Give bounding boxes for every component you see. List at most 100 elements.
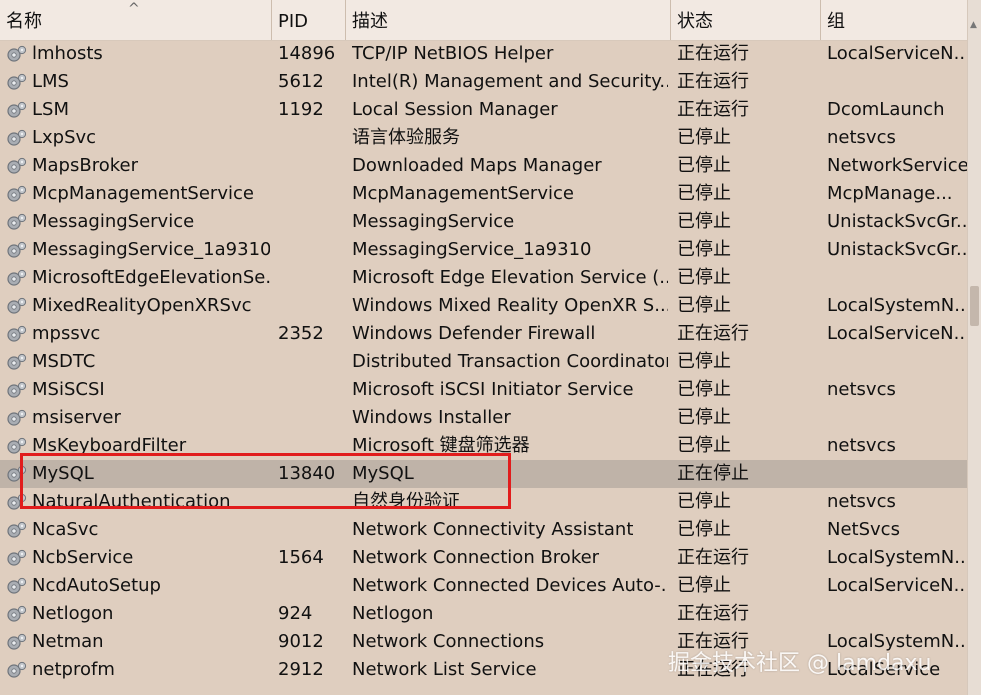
service-name: MSiSCSI <box>32 379 105 400</box>
service-row[interactable]: mpssvc 2352 Windows Defender Firewall 正在运行 L… <box>0 320 968 348</box>
service-row[interactable]: NaturalAuthentication 自然身份验证 已停止 netsvcs <box>0 488 968 516</box>
scroll-up-arrow-icon[interactable]: ▲ <box>970 20 977 30</box>
service-row[interactable]: MSDTC Distributed Transaction Coordinator… <box>0 348 968 376</box>
service-name: MapsBroker <box>32 155 138 176</box>
service-status: 已停止 <box>677 519 731 540</box>
service-status: 正在停止 <box>677 463 749 484</box>
service-gear-icon <box>4 100 28 120</box>
service-pid: 2912 <box>278 659 324 680</box>
service-gear-icon <box>4 44 28 64</box>
service-pid <box>278 432 342 460</box>
service-description: 自然身份验证 <box>352 491 460 512</box>
service-description: Microsoft Edge Elevation Service (... <box>352 267 668 288</box>
service-row[interactable]: NcaSvc Network Connectivity Assistant 已停止 N… <box>0 516 968 544</box>
service-row[interactable]: MessagingService MessagingService 已停止 Unist… <box>0 208 968 236</box>
service-pid: 13840 <box>278 463 336 484</box>
service-gear-icon <box>4 268 28 288</box>
service-group: netsvcs <box>827 435 896 456</box>
service-row[interactable]: msiserver Windows Installer 已停止 <box>0 404 968 432</box>
service-description: Windows Mixed Reality OpenXR S... <box>352 295 668 316</box>
service-pid <box>278 572 342 600</box>
service-name: McpManagementService <box>32 183 254 204</box>
service-gear-icon <box>4 604 28 624</box>
service-pid: 14896 <box>278 43 336 64</box>
service-status: 正在运行 <box>677 71 749 92</box>
service-name: NcaSvc <box>32 519 99 540</box>
service-pid <box>278 516 342 544</box>
service-description: Network Connected Devices Auto-... <box>352 575 668 596</box>
service-status: 已停止 <box>677 575 731 596</box>
column-header-pid[interactable]: PID <box>272 0 346 40</box>
service-group: McpManage... <box>827 183 953 204</box>
service-name: MySQL <box>32 463 94 484</box>
service-description: Network Connections <box>352 631 545 652</box>
service-row[interactable]: LxpSvc 语言体验服务 已停止 netsvcs <box>0 124 968 152</box>
service-group: LocalSystemN... <box>827 547 967 568</box>
service-gear-icon <box>4 184 28 204</box>
service-row[interactable]: MySQL 13840 MySQL 正在停止 <box>0 460 968 488</box>
service-status: 已停止 <box>677 491 731 512</box>
vertical-scrollbar[interactable]: ▲ <box>967 0 981 695</box>
service-row[interactable]: NcdAutoSetup Network Connected Devices Au… <box>0 572 968 600</box>
service-gear-icon <box>4 240 28 260</box>
column-header-status[interactable]: 状态 <box>671 0 821 40</box>
service-group: netsvcs <box>827 127 896 148</box>
service-status: 已停止 <box>677 379 731 400</box>
service-status: 正在运行 <box>677 323 749 344</box>
service-group: LocalServiceN... <box>827 575 967 596</box>
service-description: Network Connection Broker <box>352 547 600 568</box>
service-name: NaturalAuthentication <box>32 491 231 512</box>
service-description: Network List Service <box>352 659 537 680</box>
service-group: LocalServiceN... <box>827 323 967 344</box>
column-header-description-label: 描述 <box>352 11 388 32</box>
scrollbar-thumb[interactable] <box>970 286 979 326</box>
service-row[interactable]: MixedRealityOpenXRSvc Windows Mixed Reali… <box>0 292 968 320</box>
service-name: NcbService <box>32 547 134 568</box>
service-description: Intel(R) Management and Security... <box>352 71 668 92</box>
column-header-group[interactable]: 组 <box>821 0 968 40</box>
service-row[interactable]: McpManagementService McpManagementService… <box>0 180 968 208</box>
service-status: 已停止 <box>677 351 731 372</box>
service-gear-icon <box>4 212 28 232</box>
service-gear-icon <box>4 492 28 512</box>
column-header-description[interactable]: 描述 <box>346 0 671 40</box>
service-row[interactable]: MicrosoftEdgeElevationSe... Microsoft Edg… <box>0 264 968 292</box>
sort-ascending-icon: ^ <box>128 1 140 17</box>
service-pid: 5612 <box>278 71 324 92</box>
service-group <box>827 404 967 432</box>
service-group: LocalSystemN... <box>827 295 967 316</box>
service-group: NetSvcs <box>827 519 900 540</box>
service-row[interactable]: LSM 1192 Local Session Manager 正在运行 DcomLaun… <box>0 96 968 124</box>
column-header-name[interactable]: 名称 ^ <box>0 0 272 40</box>
service-group <box>827 460 967 488</box>
service-pid <box>278 376 342 404</box>
service-gear-icon <box>4 156 28 176</box>
service-status: 已停止 <box>677 183 731 204</box>
service-description: Netlogon <box>352 603 434 624</box>
service-row[interactable]: MessagingService_1a9310 MessagingService_… <box>0 236 968 264</box>
service-row[interactable]: NcbService 1564 Network Connection Broker 正… <box>0 544 968 572</box>
service-gear-icon <box>4 576 28 596</box>
service-pid <box>278 488 342 516</box>
service-status: 已停止 <box>677 267 731 288</box>
service-row[interactable]: MSiSCSI Microsoft iSCSI Initiator Service… <box>0 376 968 404</box>
service-description: Microsoft iSCSI Initiator Service <box>352 379 634 400</box>
service-row[interactable]: MapsBroker Downloaded Maps Manager 已停止 Netw… <box>0 152 968 180</box>
service-pid <box>278 236 342 264</box>
service-row[interactable]: lmhosts 14896 TCP/IP NetBIOS Helper 正在运行 Loc… <box>0 40 968 68</box>
service-status: 已停止 <box>677 155 731 176</box>
service-row[interactable]: LMS 5612 Intel(R) Management and Security.… <box>0 68 968 96</box>
service-name: Netlogon <box>32 603 114 624</box>
service-group: netsvcs <box>827 491 896 512</box>
service-gear-icon <box>4 408 28 428</box>
service-description: Microsoft 键盘筛选器 <box>352 435 530 456</box>
service-gear-icon <box>4 464 28 484</box>
service-row[interactable]: MsKeyboardFilter Microsoft 键盘筛选器 已停止 netsvc… <box>0 432 968 460</box>
column-header-group-label: 组 <box>827 11 845 32</box>
service-description: TCP/IP NetBIOS Helper <box>352 43 554 64</box>
service-description: Downloaded Maps Manager <box>352 155 602 176</box>
service-row[interactable]: Netlogon 924 Netlogon 正在运行 <box>0 600 968 628</box>
column-header-name-label: 名称 <box>6 11 42 32</box>
watermark: 掘金技术社区 @ lamdaxu <box>668 651 932 676</box>
service-name: MicrosoftEdgeElevationSe... <box>32 267 270 288</box>
